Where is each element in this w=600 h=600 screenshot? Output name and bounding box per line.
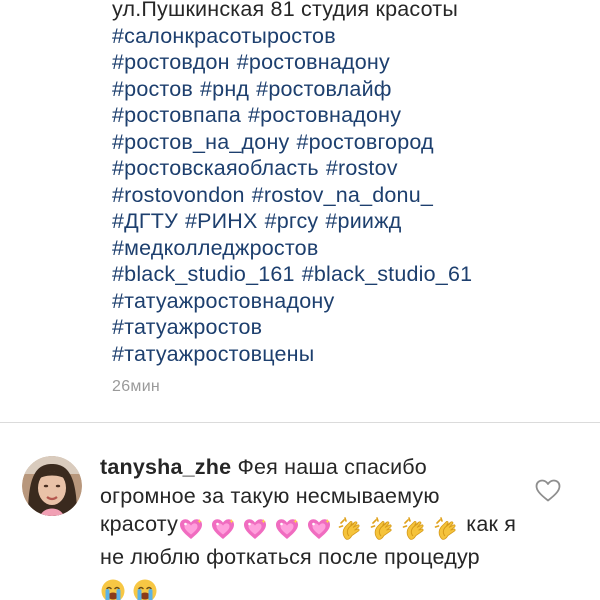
- hashtag-link[interactable]: #black_studio_161: [112, 262, 295, 286]
- hashtag-line: #ростов #рнд #ростовлайф: [112, 76, 582, 103]
- hashtag-link[interactable]: #ростовлайф: [256, 77, 392, 101]
- crying-face-emoji: [100, 578, 126, 600]
- hashtag-line: #медколледжростов: [112, 235, 582, 262]
- post-screen: ул.Пушкинская 81 студия красоты #салонкр…: [0, 0, 600, 600]
- post-timestamp: 26мин: [112, 378, 161, 395]
- hashtag-link[interactable]: #рнд: [200, 77, 249, 101]
- hashtag-line: #ростов_на_дону #ростовгород: [112, 129, 582, 156]
- hashtag-link[interactable]: #ростовнадону: [237, 50, 390, 74]
- hashtag-link[interactable]: #татуажростов: [112, 315, 262, 339]
- hashtag-link[interactable]: #ростовдон: [112, 50, 230, 74]
- caption-address-line: ул.Пушкинская 81 студия красоты: [112, 0, 458, 21]
- hashtag-link[interactable]: #ргсу: [265, 209, 319, 233]
- clapping-hands-emoji: [402, 517, 428, 541]
- hashtag-line: #татуажростовнадону: [112, 288, 582, 315]
- sparkling-heart-emoji: [178, 517, 204, 541]
- hashtag-link[interactable]: #риижд: [325, 209, 401, 233]
- hashtag-link[interactable]: #татуажростовцены: [112, 342, 314, 366]
- comment-emoji-row-2: [100, 575, 158, 600]
- avatar-image: [22, 456, 82, 516]
- hashtag-link[interactable]: #РИНХ: [185, 209, 258, 233]
- post-caption: ул.Пушкинская 81 студия красоты #салонкр…: [112, 0, 582, 367]
- hashtag-link[interactable]: #татуажростовнадону: [112, 289, 334, 313]
- hashtag-link[interactable]: #ростовнадону: [248, 103, 401, 127]
- hashtag-link[interactable]: #ростовпапа: [112, 103, 241, 127]
- sparkling-heart-emoji: [306, 517, 332, 541]
- hashtag-line: #ростовдон #ростовнадону: [112, 49, 582, 76]
- comment-text: tanysha_zhe Фея наша спасибо огромное за…: [100, 453, 520, 600]
- sparkling-heart-emoji: [242, 517, 268, 541]
- clapping-hands-emoji: [434, 517, 460, 541]
- hashtag-link[interactable]: #rostov: [326, 156, 398, 180]
- crying-face-emoji: [132, 578, 158, 600]
- hashtag-link[interactable]: #салонкрасотыростов: [112, 24, 336, 48]
- sparkling-heart-emoji: [210, 517, 236, 541]
- heart-outline-icon: [535, 479, 561, 502]
- hashtag-line: #ростовпапа #ростовнадону: [112, 102, 582, 129]
- sparkling-heart-emoji: [274, 517, 300, 541]
- comment-emoji-row-1: [178, 514, 460, 543]
- clapping-hands-emoji: [370, 517, 396, 541]
- hashtag-link[interactable]: #ростов: [112, 77, 193, 101]
- hashtag-link[interactable]: #ростовгород: [296, 130, 433, 154]
- hashtag-link[interactable]: #ростов_на_дону: [112, 130, 289, 154]
- avatar[interactable]: [22, 456, 82, 516]
- hashtag-line: #татуажростовцены: [112, 341, 582, 368]
- hashtag-link[interactable]: #ростовскаяобласть: [112, 156, 319, 180]
- hashtag-line: #rostovondon #rostov_na_donu_: [112, 182, 582, 209]
- hashtag-link[interactable]: #rostovondon: [112, 183, 245, 207]
- hashtag-line: #ростовскаяобласть #rostov: [112, 155, 582, 182]
- hashtag-link[interactable]: #rostov_na_donu_: [252, 183, 433, 207]
- comment-username[interactable]: tanysha_zhe: [100, 455, 231, 479]
- comment-item: tanysha_zhe Фея наша спасибо огромное за…: [0, 423, 600, 600]
- hashtag-line: #ДГТУ #РИНХ #ргсу #риижд: [112, 208, 582, 235]
- like-comment-button[interactable]: [535, 479, 561, 503]
- hashtag-line: #салонкрасотыростов: [112, 23, 582, 50]
- hashtag-link[interactable]: #black_studio_61: [302, 262, 473, 286]
- hashtag-link[interactable]: #медколледжростов: [112, 236, 318, 260]
- clapping-hands-emoji: [338, 517, 364, 541]
- hashtag-link[interactable]: #ДГТУ: [112, 209, 178, 233]
- hashtag-list: #салонкрасотыростов #ростовдон #ростовнадо…: [112, 23, 582, 368]
- hashtag-line: #black_studio_161 #black_studio_61: [112, 261, 582, 288]
- hashtag-line: #татуажростов: [112, 314, 582, 341]
